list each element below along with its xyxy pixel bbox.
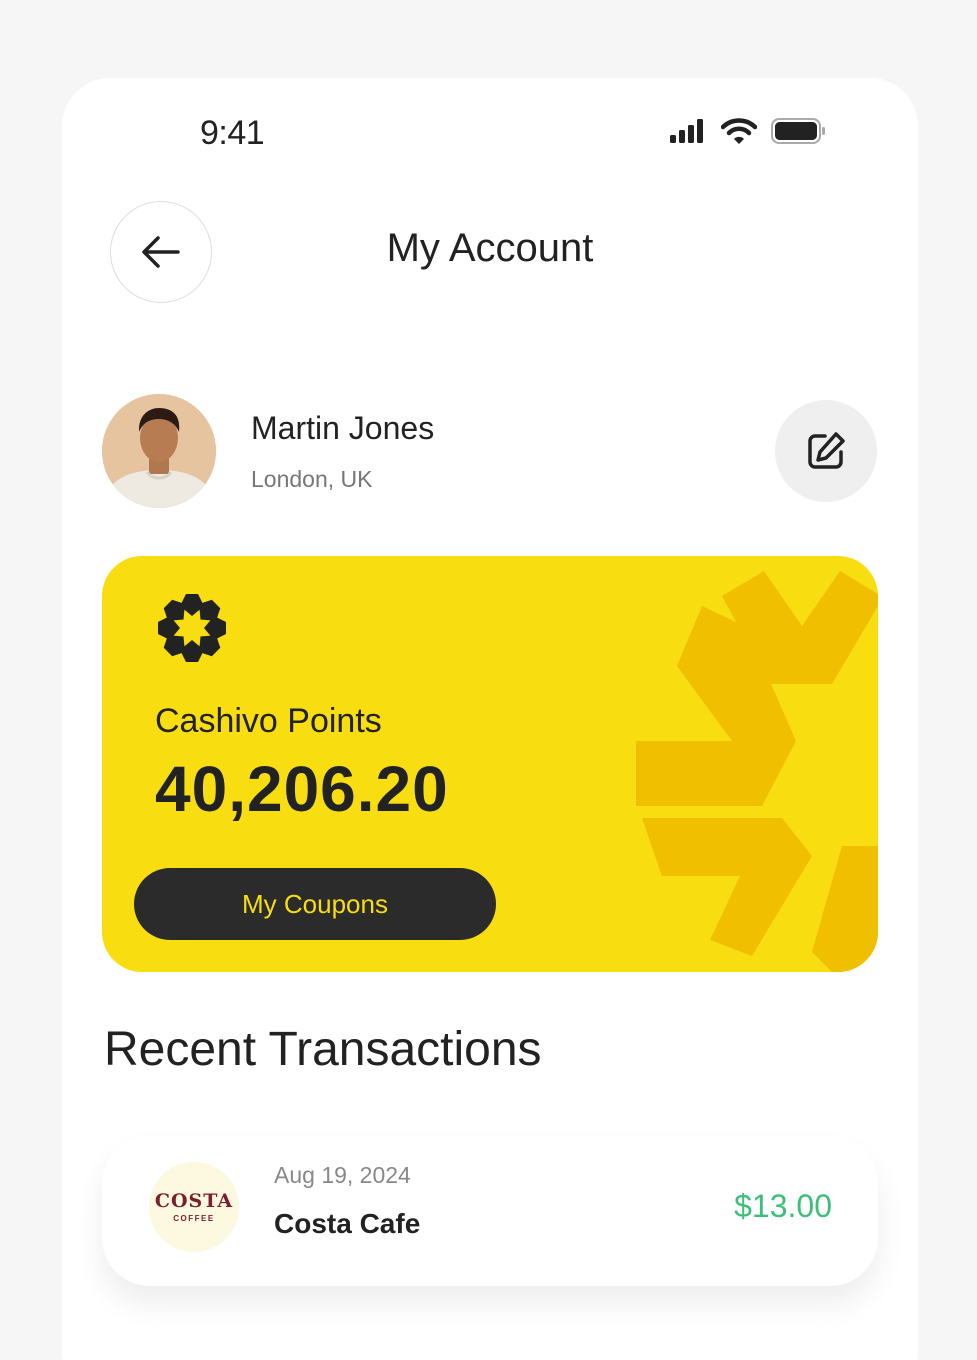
edit-profile-button[interactable]: [775, 400, 877, 502]
recent-transactions-title: Recent Transactions: [104, 1023, 542, 1076]
card-decoration-icon: [636, 571, 878, 972]
points-value: 40,206.20: [155, 753, 449, 825]
avatar-image: [102, 394, 216, 508]
status-time: 9:41: [200, 114, 265, 152]
merchant-logo-text: COSTA: [154, 1189, 234, 1212]
merchant-logo-subtext: COFFEE: [173, 1213, 215, 1223]
my-coupons-button[interactable]: My Coupons: [134, 868, 496, 940]
page-title: My Account: [386, 226, 594, 270]
transaction-merchant: Costa Cafe: [274, 1208, 421, 1239]
edit-icon: [808, 432, 845, 469]
points-label: Cashivo Points: [155, 702, 382, 740]
transaction-amount: $13.00: [734, 1188, 832, 1224]
user-location: London, UK: [251, 466, 373, 492]
merchant-logo: COSTA COFFEE: [149, 1162, 239, 1252]
points-card: Cashivo Points 40,206.20 My Coupons: [102, 556, 878, 972]
user-name: Martin Jones: [251, 410, 435, 446]
status-icons: [669, 118, 827, 144]
battery-icon: [771, 118, 825, 144]
phone-screen: 9:41 My Account Martin Jones London, UK …: [62, 78, 918, 1360]
transaction-date: Aug 19, 2024: [274, 1162, 411, 1188]
wifi-icon: [721, 118, 757, 144]
avatar: [102, 394, 216, 508]
cashivo-logo-icon: [158, 594, 226, 662]
signal-icon: [670, 119, 703, 143]
transaction-item[interactable]: COSTA COFFEE Aug 19, 2024 Costa Cafe $13…: [102, 1136, 878, 1286]
